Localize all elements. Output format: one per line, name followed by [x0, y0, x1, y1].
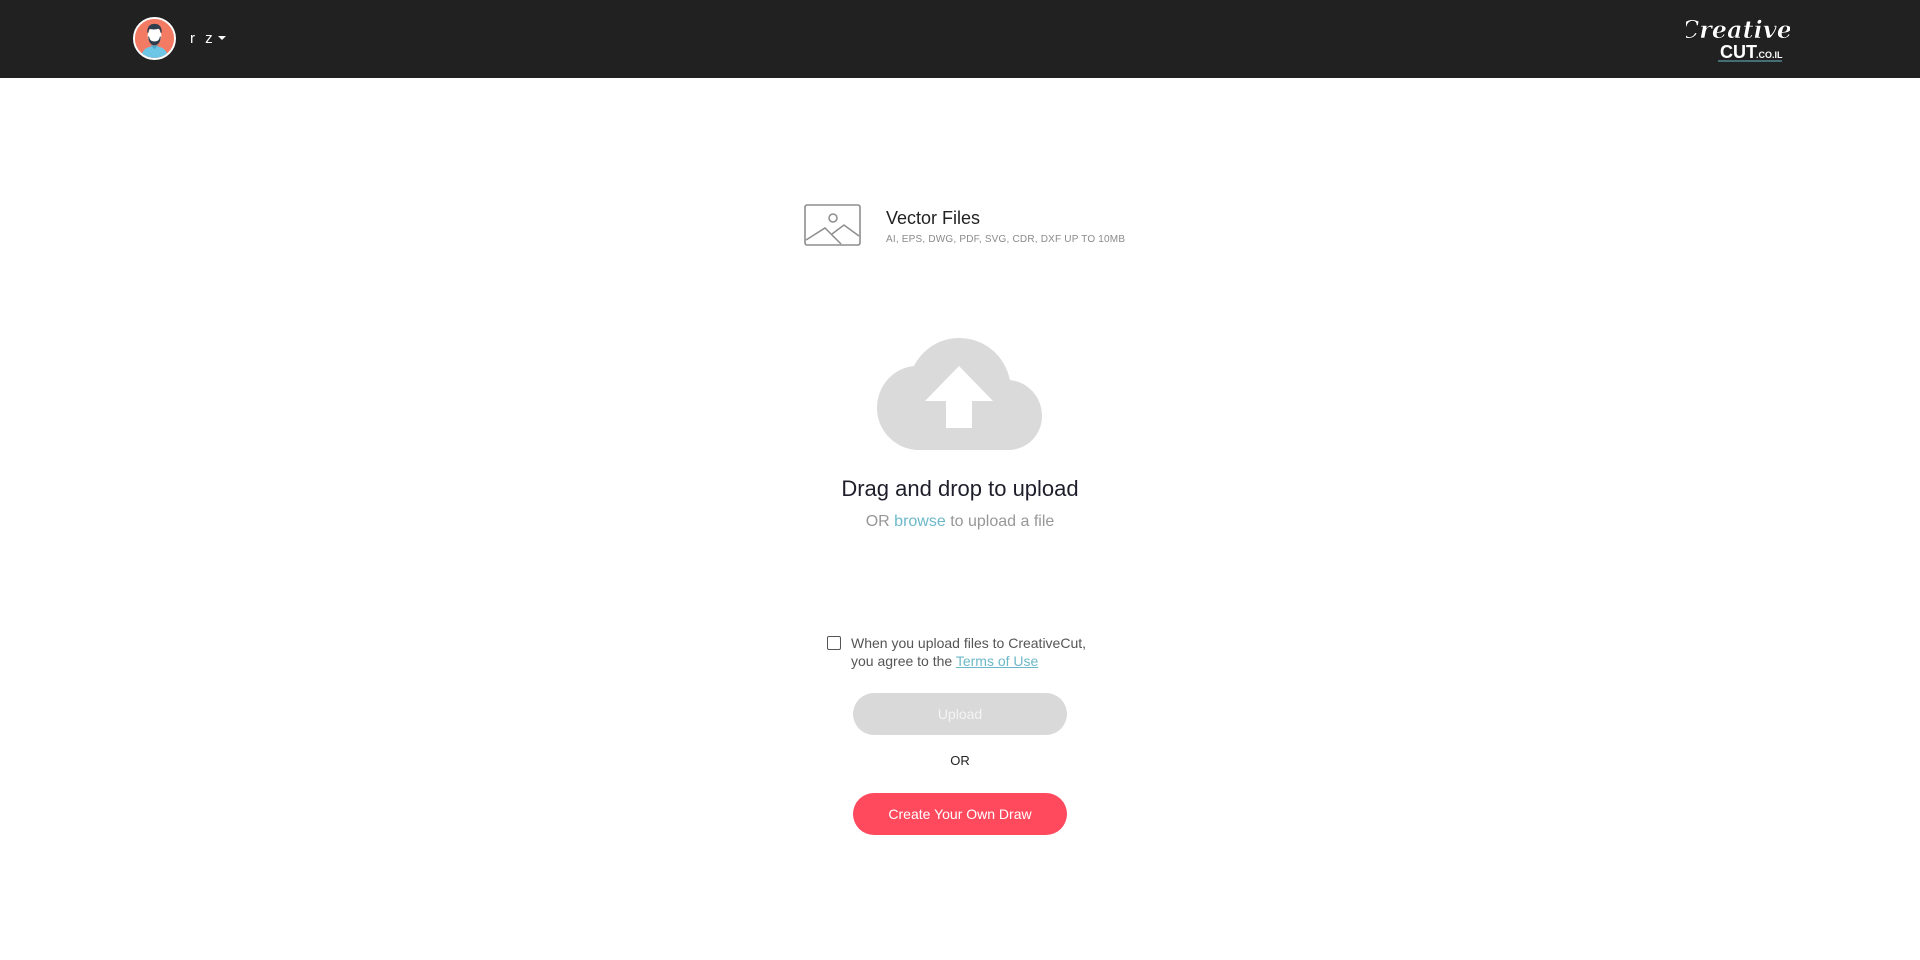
file-type-info: Vector Files AI, EPS, DWG, PDF, SVG, CDR…	[804, 204, 1125, 246]
cloud-upload-icon	[877, 338, 1042, 450]
upload-button[interactable]: Upload	[853, 693, 1067, 735]
terms-checkbox[interactable]	[827, 636, 841, 650]
file-type-subtitle: AI, EPS, DWG, PDF, SVG, CDR, DXF UP TO 1…	[886, 234, 1126, 245]
agreement-line1: When you upload files to CreativeCut,	[851, 635, 1087, 651]
or-separator: OR	[950, 753, 970, 768]
logo-text-creative: Creative	[1686, 15, 1790, 44]
create-your-own-draw-button[interactable]: Create Your Own Draw	[853, 793, 1067, 835]
browse-link[interactable]: browse	[894, 513, 946, 530]
agreement-line2: you agree to the	[851, 653, 953, 669]
username-label[interactable]: r z	[190, 30, 216, 47]
file-type-title: Vector Files	[886, 208, 981, 228]
top-navbar: r z Creative CUT .CO.IL	[0, 0, 1920, 78]
dropzone-subtitle: OR browse to upload a file	[760, 513, 1160, 531]
terms-of-use-link[interactable]: Terms of Use	[956, 653, 1038, 669]
user-avatar-icon[interactable]	[133, 16, 176, 60]
logo-text-cut: CUT	[1720, 42, 1757, 62]
upload-dropzone[interactable]: Drag and drop to upload OR browse to upl…	[760, 330, 1160, 540]
image-icon	[804, 204, 861, 246]
logo-text-suffix: .CO.IL	[1756, 50, 1783, 60]
dropzone-title: Drag and drop to upload	[841, 476, 1079, 501]
creativecut-logo[interactable]: Creative CUT .CO.IL	[1680, 12, 1793, 66]
caret-down-icon[interactable]	[217, 36, 226, 40]
dropzone-or-text: OR	[865, 513, 890, 530]
user-menu[interactable]: r z	[133, 16, 226, 60]
terms-agreement: When you upload files to CreativeCut, yo…	[827, 635, 1087, 670]
dropzone-suffix-text: to upload a file	[950, 513, 1055, 530]
